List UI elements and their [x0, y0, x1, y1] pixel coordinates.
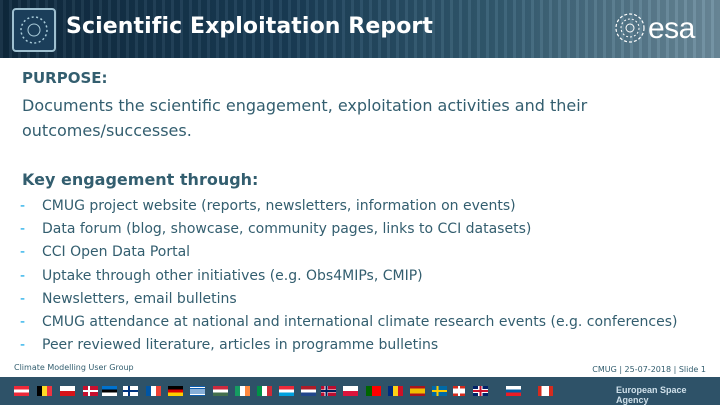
flag-france-icon — [146, 386, 161, 396]
flag-norway-icon — [321, 386, 336, 396]
bullet-dash: - — [20, 244, 26, 261]
flag-romania-icon — [388, 386, 403, 396]
flag-germany-icon — [168, 386, 183, 396]
purpose-text: Documents the scientific engagement, exp… — [22, 96, 588, 140]
flag-czech-icon — [60, 386, 75, 396]
flag-portugal-icon — [366, 386, 381, 396]
flag-switzerland-icon — [453, 386, 465, 396]
list-item: - CMUG attendance at national and interna… — [20, 311, 677, 334]
bullet-dash: - — [20, 337, 26, 354]
bullet-dash: - — [20, 198, 26, 214]
purpose-heading: PURPOSE: — [22, 69, 108, 87]
flag-hungary-icon — [213, 386, 228, 396]
footer-group-name: Climate Modelling User Group — [14, 363, 134, 372]
flag-netherlands-icon — [301, 386, 316, 396]
flag-ireland-icon — [235, 386, 250, 396]
engagement-list: - CMUG project website (reports, newslett… — [20, 195, 677, 357]
bullet-dash: - — [20, 313, 26, 330]
header-banner: Scientific Exploitation Report esa — [0, 0, 720, 58]
flag-belgium-icon — [37, 386, 52, 396]
list-item-text: Uptake through other initiatives (e.g. O… — [42, 267, 423, 284]
list-item-text: Peer reviewed literature, articles in pr… — [42, 337, 439, 354]
esa-swirl-icon — [615, 13, 645, 43]
list-item: - Data forum (blog, showcase, community p… — [20, 218, 677, 241]
member-flags-bar: European Space Agency — [0, 377, 720, 405]
bullet-dash: - — [20, 290, 26, 307]
flag-estonia-icon — [102, 386, 117, 396]
flag-italy-icon — [257, 386, 272, 396]
flag-denmark-icon — [83, 386, 98, 396]
list-item: - CMUG project website (reports, newslett… — [20, 195, 677, 218]
flag-spain-icon — [410, 386, 425, 396]
list-item-text: CMUG attendance at national and internat… — [42, 313, 678, 330]
flag-luxembourg-icon — [279, 386, 294, 396]
list-item: - Newsletters, email bulletins — [20, 288, 677, 311]
flag-canada-icon — [538, 386, 553, 396]
page-title: Scientific Exploitation Report — [66, 14, 433, 39]
bullet-dash: - — [20, 267, 26, 284]
list-item-text: CCI Open Data Portal — [42, 244, 191, 261]
flag-poland-icon — [343, 386, 358, 396]
flag-uk-icon — [473, 386, 488, 396]
list-item: - Peer reviewed literature, articles in p… — [20, 334, 677, 357]
list-item: - CCI Open Data Portal — [20, 241, 677, 264]
flag-austria-icon — [14, 386, 29, 396]
list-item: - Uptake through other initiatives (e.g. … — [20, 265, 677, 288]
cci-logo — [12, 8, 56, 52]
engagement-heading: Key engagement through: — [22, 170, 259, 189]
esa-wordmark: esa — [648, 12, 695, 45]
flag-finland-icon — [123, 386, 138, 396]
footer-slide-info: CMUG | 25-07-2018 | Slide 1 — [592, 365, 706, 374]
esa-logo: esa — [612, 8, 712, 52]
list-item-text: Data forum (blog, showcase, community pa… — [42, 221, 532, 238]
list-item-text: Newsletters, email bulletins — [42, 290, 237, 307]
bullet-dash: - — [20, 221, 26, 238]
list-item-text: CMUG project website (reports, newslette… — [42, 198, 516, 214]
agency-name: European Space Agency — [616, 385, 687, 405]
flag-sweden-icon — [432, 386, 447, 396]
flag-slovenia-icon — [506, 386, 521, 396]
flag-greece-icon — [190, 386, 205, 396]
